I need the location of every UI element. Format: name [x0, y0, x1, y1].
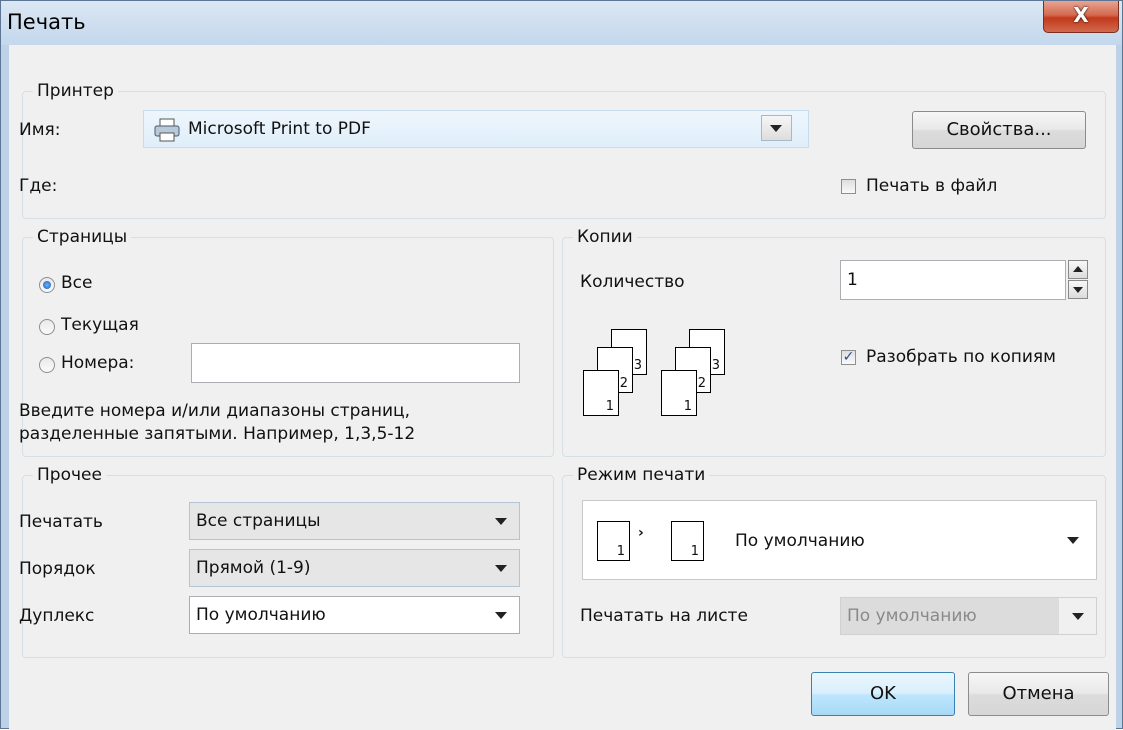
mode-target-page: 1	[671, 521, 704, 561]
ok-button[interactable]: OK	[811, 672, 955, 716]
other-group-legend: Прочее	[37, 465, 102, 485]
pages-group-legend: Страницы	[37, 227, 128, 247]
duplex-label: Дуплекс	[19, 606, 95, 626]
collate-illustration: 3 2 1 3 2 1	[577, 325, 737, 425]
dialog-title: Печать	[7, 10, 86, 34]
collate-sheet-1: 1	[583, 370, 619, 416]
arrow-right-icon: ›	[638, 525, 644, 541]
copies-count-value: 1	[847, 270, 858, 290]
pages-current-label[interactable]: Текущая	[61, 315, 139, 335]
title-bar: Печать X	[1, 1, 1122, 45]
copies-count-input[interactable]: 1	[840, 260, 1066, 300]
pages-numbers-label[interactable]: Номера:	[61, 353, 134, 373]
collate-label[interactable]: Разобрать по копиям	[866, 347, 1056, 367]
mode-source-page: 1	[597, 521, 630, 561]
printer-name-label: Имя:	[19, 120, 61, 140]
print-range-select[interactable]: Все страницы	[189, 502, 520, 540]
printer-name-select[interactable]: Microsoft Print to PDF	[143, 110, 809, 148]
chevron-down-icon	[1072, 613, 1084, 620]
duplex-select[interactable]: По умолчанию	[189, 596, 520, 634]
sheet-mode-label: Печатать на листе	[580, 606, 748, 626]
sheet-mode-select[interactable]: По умолчанию	[840, 597, 1097, 635]
pages-current-radio[interactable]	[39, 319, 55, 335]
collate-checkbox[interactable]: ✓	[841, 350, 856, 365]
printer-icon	[152, 117, 182, 143]
printer-where-label: Где:	[19, 176, 58, 196]
properties-button[interactable]: Свойства...	[912, 111, 1086, 149]
pages-all-label[interactable]: Все	[61, 273, 92, 293]
page-numbers-input[interactable]	[191, 343, 520, 383]
pages-hint-line1: Введите номера и/или диапазоны страниц,	[19, 401, 410, 421]
pages-hint-line2: разделенные запятыми. Например, 1,3,5-12	[19, 424, 416, 444]
copies-count-label: Количество	[580, 272, 685, 292]
print-mode-select[interactable]: 1 › 1 По умолчанию	[582, 500, 1097, 580]
order-select[interactable]: Прямой (1-9)	[189, 549, 520, 587]
copies-spin-up-button[interactable]	[1068, 260, 1088, 279]
printer-group: Принтер	[22, 81, 1106, 219]
copies-spin-down-button[interactable]	[1068, 280, 1088, 299]
chevron-down-icon	[770, 125, 782, 132]
chevron-down-icon	[1067, 537, 1079, 544]
arrow-down-icon	[1073, 287, 1083, 293]
sheet-mode-value: По умолчанию	[847, 606, 977, 626]
print-mode-group-legend: Режим печати	[577, 465, 706, 485]
print-range-value: Все страницы	[196, 511, 321, 531]
pages-group: Страницы	[22, 227, 554, 457]
chevron-down-icon	[495, 518, 507, 525]
chevron-down-icon	[495, 565, 507, 572]
print-mode-value: По умолчанию	[735, 531, 865, 551]
print-to-file-checkbox[interactable]	[841, 179, 856, 194]
print-dialog: Печать X Принтер Имя: Microsoft Print to…	[0, 0, 1123, 730]
close-button[interactable]: X	[1043, 1, 1119, 33]
copies-group-legend: Копии	[577, 227, 633, 247]
pages-numbers-radio[interactable]	[39, 357, 55, 373]
arrow-up-icon	[1073, 266, 1083, 272]
collate-sheet-1: 1	[661, 370, 697, 416]
order-label: Порядок	[19, 559, 96, 579]
duplex-value: По умолчанию	[196, 605, 326, 625]
dialog-body: Принтер Имя: Microsoft Print to PDF Свой…	[9, 45, 1116, 730]
print-range-label: Печатать	[19, 512, 103, 532]
chevron-down-icon	[495, 612, 507, 619]
order-value: Прямой (1-9)	[196, 558, 311, 578]
printer-name-value: Microsoft Print to PDF	[188, 119, 371, 139]
print-to-file-label[interactable]: Печать в файл	[866, 176, 997, 196]
printer-group-legend: Принтер	[37, 81, 114, 101]
cancel-button[interactable]: Отмена	[968, 672, 1109, 716]
pages-all-radio[interactable]	[39, 277, 55, 293]
